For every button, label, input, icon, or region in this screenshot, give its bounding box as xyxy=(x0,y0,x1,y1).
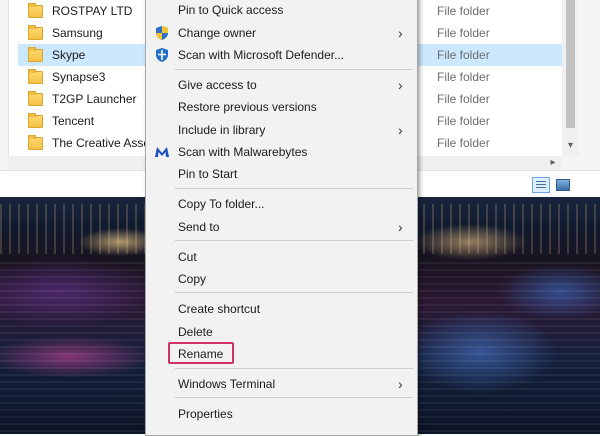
scrollbar-thumb[interactable] xyxy=(566,0,575,128)
menu-item-label: Change owner xyxy=(178,26,257,40)
file-name: Samsung xyxy=(52,26,103,40)
menu-item-windows-terminal[interactable]: Windows Terminal › xyxy=(146,373,417,395)
shield-icon xyxy=(156,26,168,40)
menu-item-label: Restore previous versions xyxy=(178,100,317,114)
file-name: Skype xyxy=(52,48,86,62)
menu-item-scan-malwarebytes[interactable]: Scan with Malwarebytes xyxy=(146,141,417,163)
menu-separator xyxy=(175,397,413,398)
menu-item-restore-previous-versions[interactable]: Restore previous versions xyxy=(146,96,417,118)
malwarebytes-icon xyxy=(155,147,169,157)
menu-item-send-to[interactable]: Send to › xyxy=(146,216,417,238)
scroll-down-arrow-icon[interactable]: ▾ xyxy=(566,140,575,152)
file-name: Synapse3 xyxy=(52,70,106,84)
menu-separator xyxy=(175,292,413,293)
file-type: File folder xyxy=(437,4,490,18)
folder-icon xyxy=(28,69,43,84)
submenu-arrow-icon: › xyxy=(398,376,403,392)
menu-item-create-shortcut[interactable]: Create shortcut xyxy=(146,298,417,320)
folder-icon xyxy=(28,3,43,18)
menu-item-pin-to-quick-access[interactable]: Pin to Quick access xyxy=(146,0,417,21)
large-icons-view-icon[interactable] xyxy=(554,177,570,191)
menu-item-label: Create shortcut xyxy=(178,302,261,316)
file-name: Tencent xyxy=(52,114,95,128)
folder-icon xyxy=(28,91,43,106)
submenu-arrow-icon: › xyxy=(398,219,403,235)
file-name: ROSTPAY LTD xyxy=(52,4,133,18)
menu-item-label: Windows Terminal xyxy=(178,377,276,391)
menu-item-label: Properties xyxy=(178,407,233,421)
file-name: T2GP Launcher xyxy=(52,92,137,106)
defender-icon xyxy=(156,48,168,62)
submenu-arrow-icon: › xyxy=(398,77,403,93)
menu-item-label: Send to xyxy=(178,220,220,234)
menu-item-label: Pin to Start xyxy=(178,167,238,181)
folder-icon xyxy=(28,135,43,150)
file-type: File folder xyxy=(437,114,490,128)
menu-item-label: Rename xyxy=(178,347,224,361)
menu-item-properties[interactable]: Properties xyxy=(146,403,417,425)
menu-separator xyxy=(175,188,413,189)
menu-item-label: Scan with Microsoft Defender... xyxy=(178,48,345,62)
menu-item-label: Cut xyxy=(178,250,197,264)
folder-icon xyxy=(28,47,43,62)
menu-item-label: Include in library xyxy=(178,123,266,137)
menu-item-label: Copy To folder... xyxy=(178,197,265,211)
menu-item-pin-to-start[interactable]: Pin to Start xyxy=(146,163,417,185)
menu-item-scan-defender[interactable]: Scan with Microsoft Defender... xyxy=(146,44,417,66)
file-type: File folder xyxy=(437,26,490,40)
file-type: File folder xyxy=(437,48,490,62)
menu-item-label: Copy xyxy=(178,272,207,286)
menu-item-change-owner[interactable]: Change owner › xyxy=(146,22,417,44)
menu-separator xyxy=(175,69,413,70)
menu-item-rename[interactable]: Rename xyxy=(146,343,417,365)
menu-item-cut[interactable]: Cut xyxy=(146,246,417,268)
menu-item-delete[interactable]: Delete xyxy=(146,321,417,343)
scroll-right-arrow-icon[interactable]: ▸ xyxy=(548,156,558,170)
menu-item-include-in-library[interactable]: Include in library › xyxy=(146,119,417,141)
menu-item-copy[interactable]: Copy xyxy=(146,268,417,290)
menu-item-give-access-to[interactable]: Give access to › xyxy=(146,74,417,96)
menu-separator xyxy=(175,368,413,369)
file-type: File folder xyxy=(437,92,490,106)
menu-separator xyxy=(175,240,413,241)
submenu-arrow-icon: › xyxy=(398,25,403,41)
details-view-icon[interactable] xyxy=(532,177,550,193)
file-type: File folder xyxy=(437,70,490,84)
submenu-arrow-icon: › xyxy=(398,122,403,138)
menu-item-label: Delete xyxy=(178,325,213,339)
menu-item-copy-to-folder[interactable]: Copy To folder... xyxy=(146,193,417,215)
file-type: File folder xyxy=(437,136,490,150)
folder-icon xyxy=(28,25,43,40)
folder-icon xyxy=(28,113,43,128)
context-menu: Pin to Quick access Change owner › Scan … xyxy=(145,0,418,436)
vertical-scrollbar[interactable]: ▾ xyxy=(562,0,579,156)
menu-item-label: Give access to xyxy=(178,78,257,92)
menu-item-label: Scan with Malwarebytes xyxy=(178,145,308,159)
menu-item-label: Pin to Quick access xyxy=(178,3,284,17)
